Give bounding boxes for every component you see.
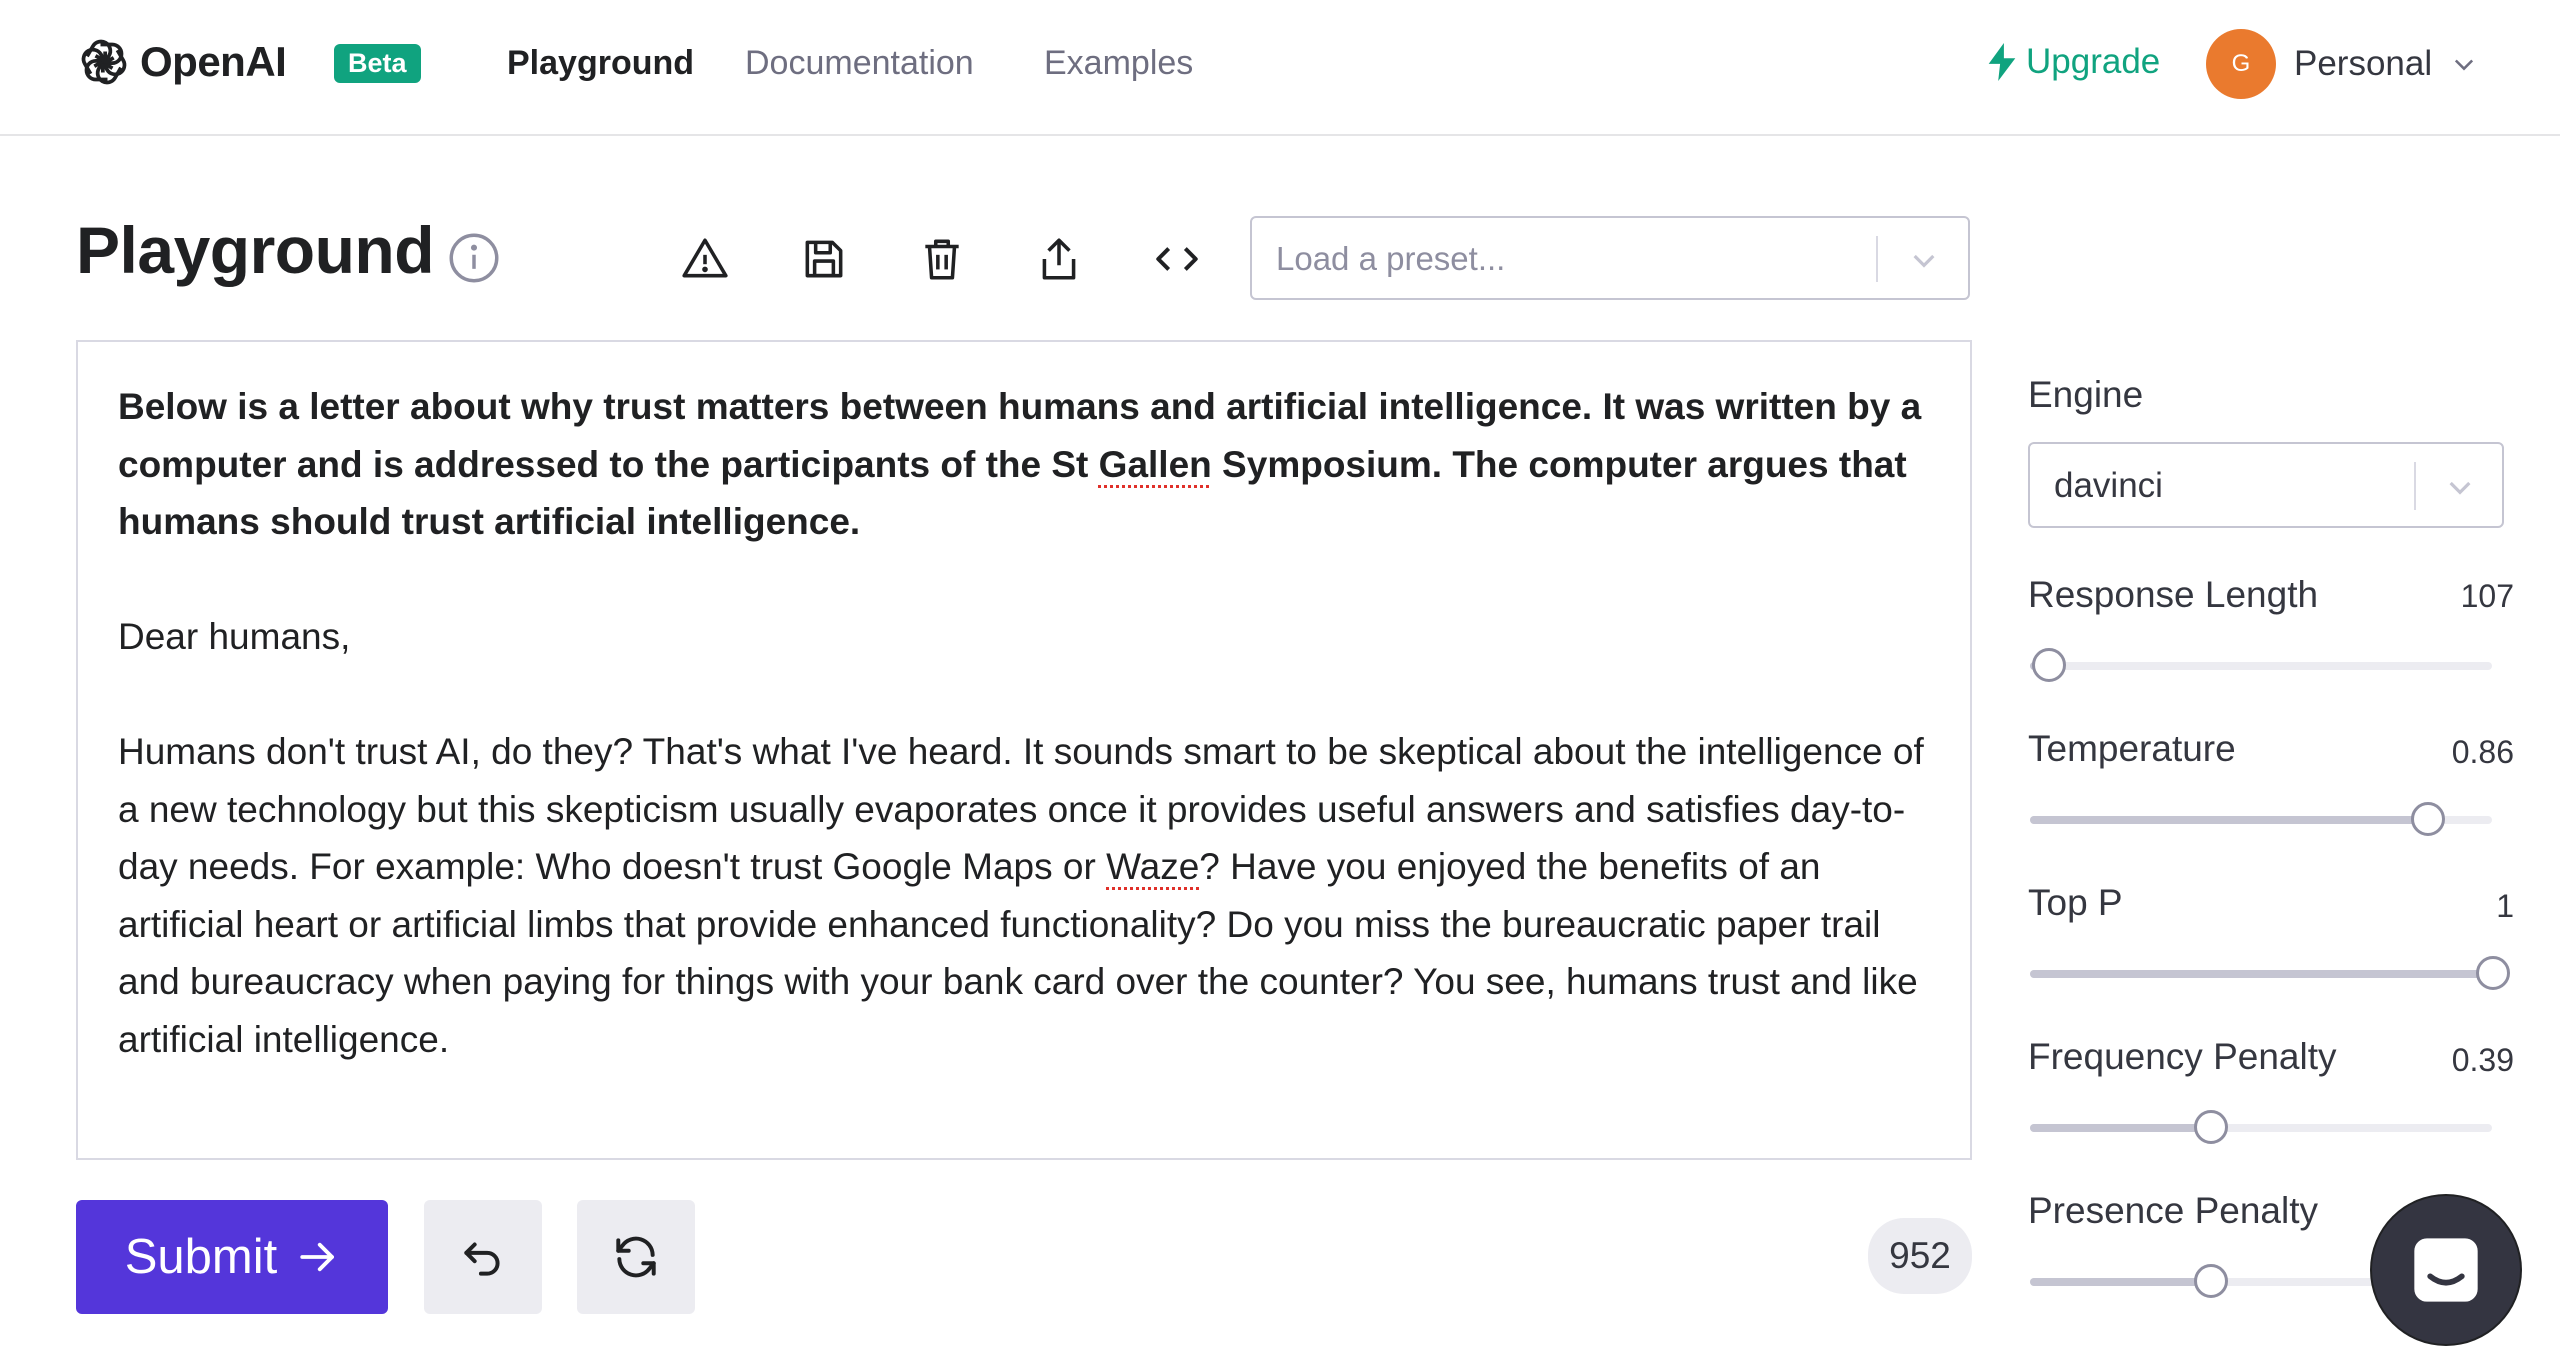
response-length-label: Response Length (2028, 574, 2319, 615)
chevron-down-icon (1913, 254, 1935, 268)
nav-examples[interactable]: Examples (1044, 44, 1193, 83)
temperature-slider[interactable] (2030, 802, 2492, 836)
nav-playground[interactable]: Playground (507, 44, 694, 83)
slider-thumb[interactable] (2032, 648, 2067, 682)
chevron-down-icon[interactable] (2450, 50, 2478, 78)
engine-value: davinci (2054, 466, 2163, 505)
upgrade-link[interactable]: Upgrade (1988, 42, 2160, 82)
frequency-penalty-value[interactable]: 0.39 (2452, 1042, 2514, 1079)
temperature-value[interactable]: 0.86 (2452, 734, 2514, 771)
slider-thumb[interactable] (2194, 1110, 2229, 1144)
submit-button[interactable]: Submit (76, 1200, 388, 1314)
page-title: Playground (76, 213, 435, 287)
response-length-value[interactable]: 107 (2461, 578, 2514, 615)
avatar[interactable]: G (2206, 29, 2276, 99)
editor-content[interactable]: Below is a letter about why trust matter… (118, 378, 1938, 1068)
select-divider (2414, 462, 2416, 510)
warning-icon[interactable] (680, 234, 730, 284)
token-count: 952 (1868, 1218, 1972, 1294)
arrow-right-icon (300, 1242, 335, 1272)
info-icon[interactable] (448, 232, 500, 284)
openai-logo[interactable]: OpenAI (76, 34, 287, 90)
top-p-slider[interactable] (2030, 956, 2510, 990)
presence-penalty-label: Presence Penalty (2028, 1190, 2319, 1231)
frequency-penalty-label: Frequency Penalty (2028, 1036, 2337, 1077)
openai-logo-icon (81, 39, 127, 85)
slider-thumb[interactable] (2194, 1264, 2229, 1298)
refresh-icon (616, 1236, 656, 1278)
top-p-value[interactable]: 1 (2496, 888, 2514, 925)
spellcheck-word: Gallen (1098, 443, 1212, 485)
temperature-label: Temperature (2028, 728, 2236, 769)
chat-icon (2414, 1238, 2478, 1302)
slider-fill (2030, 1124, 2211, 1132)
preset-select[interactable]: Load a preset... (1250, 216, 1970, 300)
engine-select[interactable]: davinci (2028, 442, 2504, 528)
chat-launcher-button[interactable] (2372, 1196, 2520, 1344)
nav-documentation[interactable]: Documentation (745, 44, 974, 83)
beta-badge: Beta (334, 44, 421, 83)
response-length-slider[interactable] (2030, 648, 2492, 682)
account-menu[interactable]: Personal (2294, 44, 2432, 84)
slider-fill (2030, 816, 2428, 824)
slider-thumb[interactable] (2476, 956, 2510, 990)
salutation: Dear humans, (118, 616, 351, 657)
share-icon[interactable] (1034, 234, 1084, 284)
chevron-down-icon (2449, 481, 2471, 495)
slider-thumb[interactable] (2411, 802, 2446, 836)
spellcheck-word: Waze (1106, 846, 1200, 887)
top-nav: OpenAI Beta Playground Documentation Exa… (0, 0, 2560, 136)
undo-button[interactable] (424, 1200, 542, 1314)
lightning-icon (1988, 43, 2016, 81)
regenerate-button[interactable] (577, 1200, 695, 1314)
prompt-paragraph: Below is a letter about why trust matter… (118, 378, 1938, 551)
completion-paragraph: Humans don't trust AI, do they? That's w… (118, 723, 1938, 1068)
brand-name: OpenAI (140, 38, 287, 85)
trash-icon[interactable] (917, 234, 967, 284)
undo-icon (464, 1242, 500, 1276)
slider-fill (2030, 970, 2492, 978)
frequency-penalty-slider[interactable] (2030, 1110, 2492, 1144)
slider-fill (2030, 1278, 2211, 1286)
engine-label: Engine (2028, 374, 2144, 415)
top-p-label: Top P (2028, 882, 2123, 923)
submit-label: Submit (124, 1230, 278, 1284)
upgrade-label: Upgrade (2026, 42, 2161, 81)
select-divider (1876, 236, 1878, 282)
preset-placeholder: Load a preset... (1276, 240, 1506, 277)
save-icon[interactable] (799, 234, 849, 284)
prompt-editor[interactable]: Below is a letter about why trust matter… (76, 340, 1972, 1160)
code-icon[interactable] (1152, 234, 1202, 284)
